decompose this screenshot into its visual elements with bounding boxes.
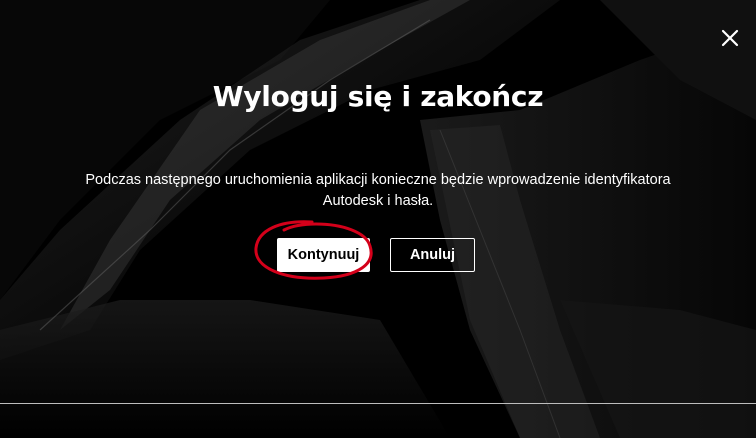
close-button[interactable] bbox=[716, 24, 744, 52]
dialog-message-line-1: Podczas następnego uruchomienia aplikacj… bbox=[85, 172, 671, 188]
continue-button[interactable]: Kontynuuj bbox=[277, 238, 370, 272]
dialog-message: Podczas następnego uruchomienia aplikacj… bbox=[60, 170, 696, 212]
footer-divider bbox=[0, 403, 756, 404]
cancel-button[interactable]: Anuluj bbox=[390, 238, 475, 272]
background-artwork bbox=[0, 0, 756, 438]
close-icon bbox=[721, 29, 739, 47]
dialog-title: Wyloguj się i zakończ bbox=[212, 80, 544, 113]
dialog-message-line-2: Autodesk i hasła. bbox=[322, 193, 434, 209]
